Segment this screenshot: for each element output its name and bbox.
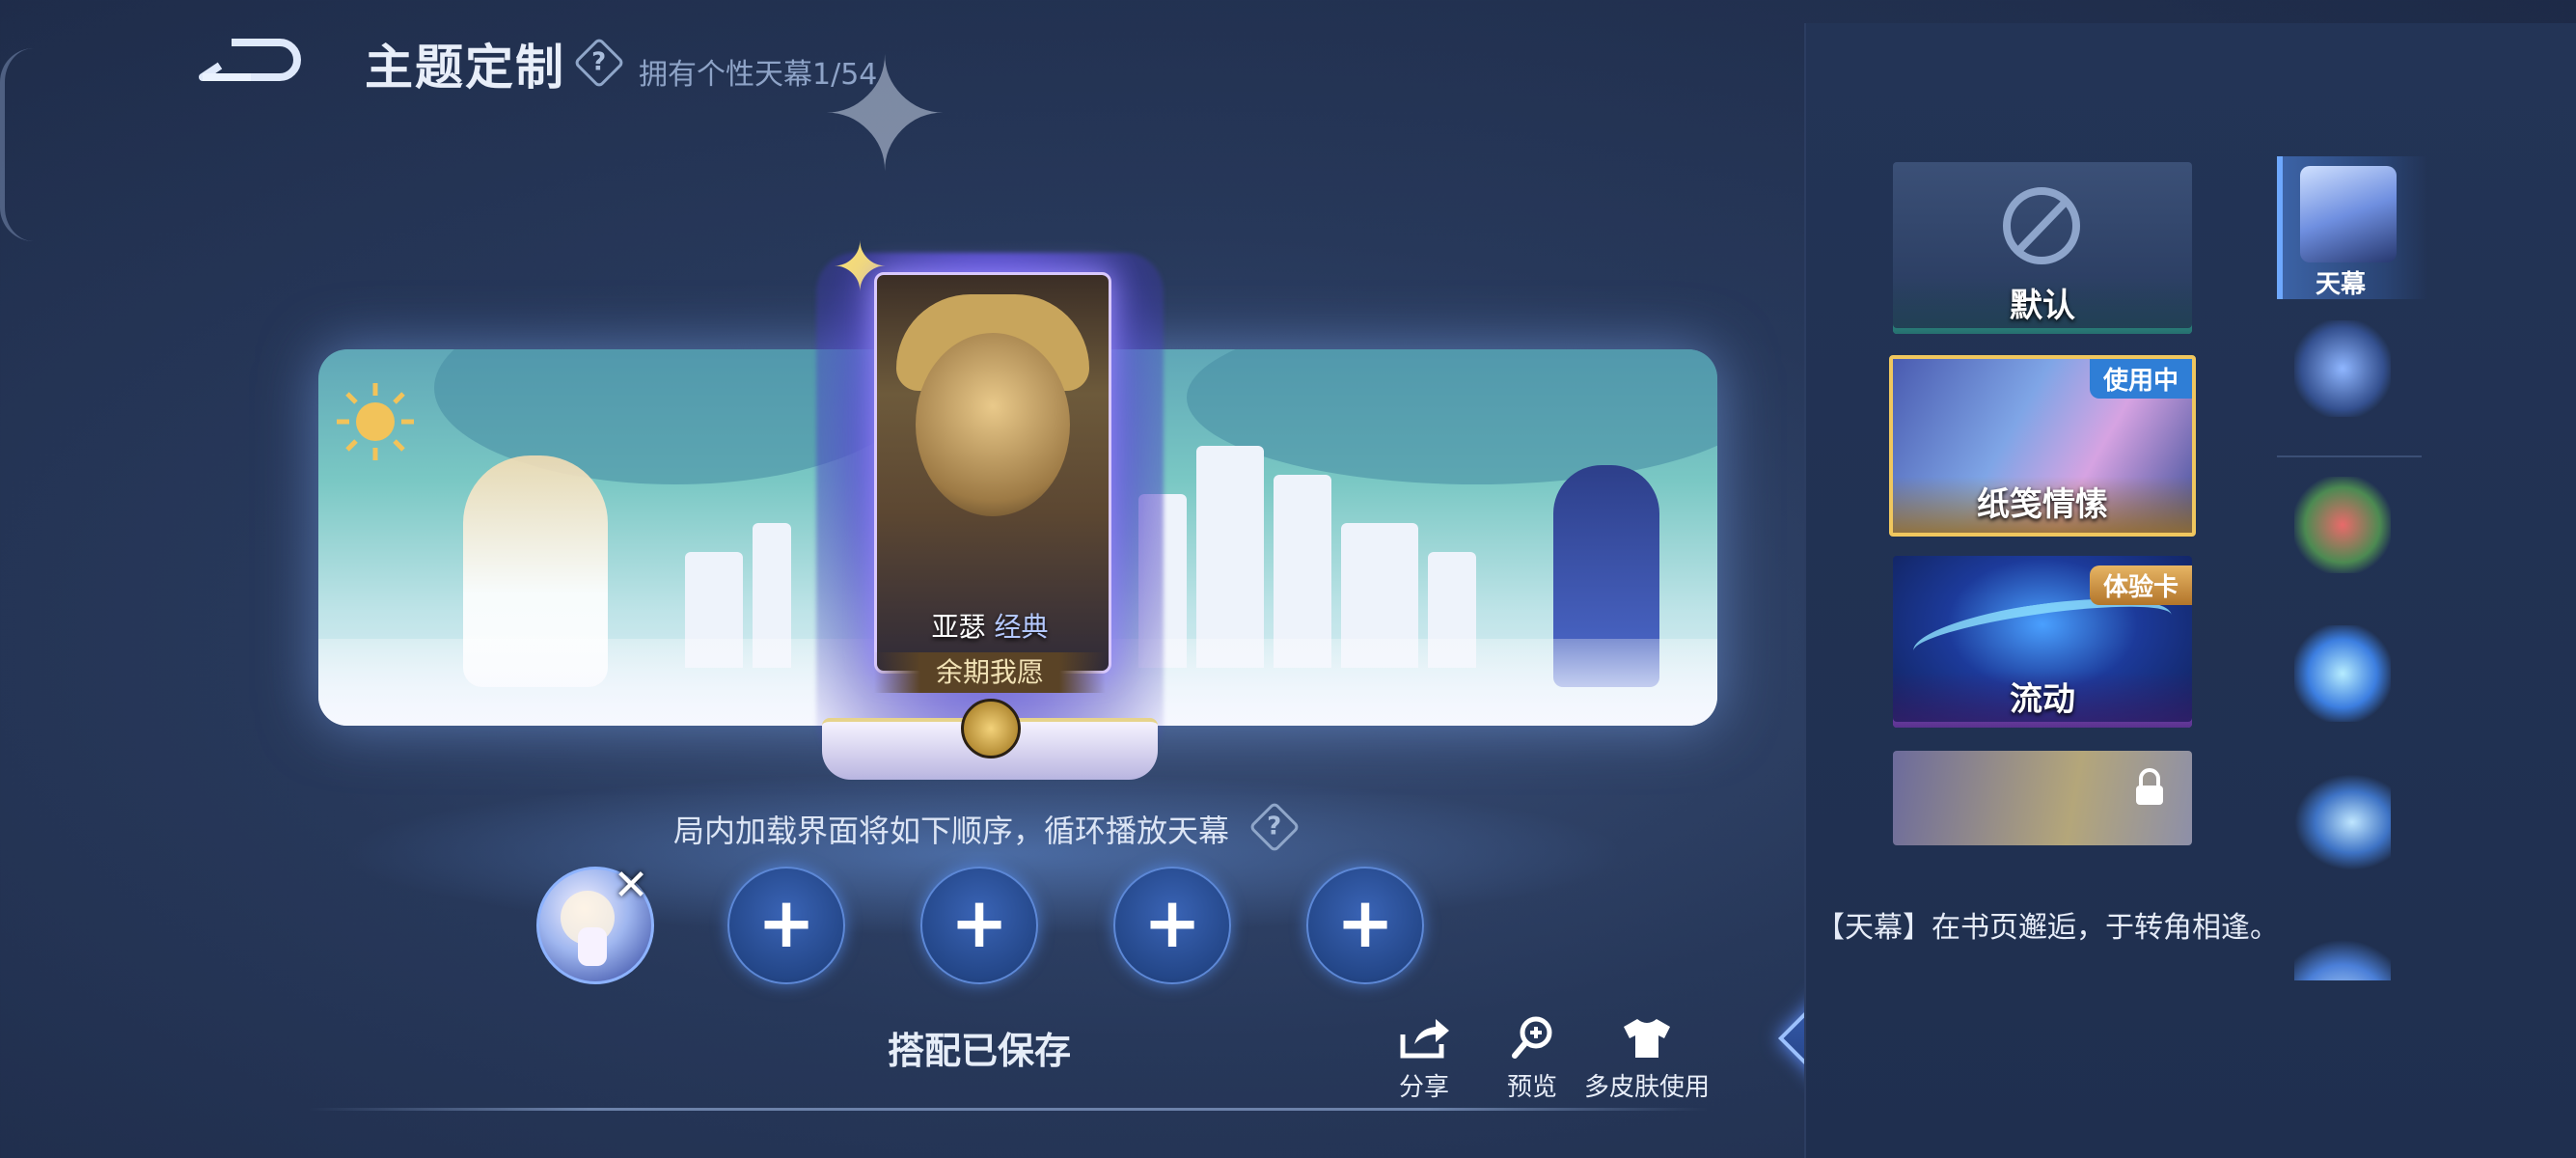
sky-option-default[interactable]: 默认 xyxy=(1893,162,2192,334)
card-label: 纸笺情愫 xyxy=(1893,477,2192,533)
share-button[interactable]: 分享 xyxy=(1397,1015,1451,1103)
trial-card-badge: 体验卡 xyxy=(2089,565,2192,605)
lock-icon xyxy=(2136,768,2163,805)
treasure-icon xyxy=(2294,477,2391,573)
none-icon xyxy=(2003,187,2080,264)
tab-wing[interactable] xyxy=(2277,764,2422,907)
sky-curtain-icon xyxy=(2300,166,2397,262)
divider xyxy=(309,1108,1708,1111)
plus-icon: + xyxy=(1142,882,1202,963)
preview-label: 预览 xyxy=(1506,1073,1557,1102)
multi-skin-label: 多皮肤使用 xyxy=(1584,1073,1711,1102)
in-use-badge: 使用中 xyxy=(2089,359,2192,399)
help-icon[interactable]: ? xyxy=(573,37,625,89)
hero-name-text: 亚瑟 xyxy=(931,611,986,643)
shirt-icon xyxy=(1624,1019,1670,1058)
plus-icon: + xyxy=(1335,882,1395,963)
sky-option-paper-love[interactable]: 使用中 纸笺情愫 xyxy=(1889,355,2196,537)
tab-sky-curtain[interactable]: 天幕 xyxy=(2277,156,2427,299)
sparkle-icon: ✦ xyxy=(820,25,950,206)
zoom-in-icon xyxy=(1512,1016,1552,1059)
share-icon xyxy=(1400,1019,1449,1059)
tab-crown[interactable] xyxy=(2277,913,2422,980)
crown-icon xyxy=(2294,923,2391,980)
sky-description: 【天幕】在书页邂逅，于转角相逢。 xyxy=(1816,911,2279,945)
multi-skin-button[interactable]: 多皮肤使用 xyxy=(1584,1015,1710,1103)
hero-portrait xyxy=(916,333,1070,516)
back-button[interactable] xyxy=(193,33,301,91)
card-label: 流动 xyxy=(1893,672,2192,728)
hero-skin-tag: 经典 xyxy=(994,611,1049,643)
plus-icon: + xyxy=(949,882,1009,963)
sequence-slot-3[interactable]: + xyxy=(920,867,1038,984)
plus-icon: + xyxy=(756,882,816,963)
category-tabs: 天幕 xyxy=(2277,156,2427,986)
saved-status: 搭配已保存 xyxy=(888,1030,1072,1072)
hero-name: 亚瑟 经典 xyxy=(874,606,1106,645)
hero-skin-name: 余期我愿 xyxy=(874,652,1106,693)
sequence-instruction: 局内加载界面将如下顺序，循环播放天幕 xyxy=(673,813,1230,849)
sky-option-flow[interactable]: 体验卡 流动 xyxy=(1893,556,2192,728)
card-label: 默认 xyxy=(1893,278,2192,334)
share-label: 分享 xyxy=(1398,1073,1449,1102)
tab-treasure[interactable] xyxy=(2277,467,2422,610)
tab-armor[interactable] xyxy=(2277,311,2422,454)
divider xyxy=(2277,455,2422,457)
page-title: 主题定制 xyxy=(365,40,565,96)
sequence-slot-4[interactable]: + xyxy=(1113,867,1231,984)
crystal-icon xyxy=(2294,625,2391,722)
preview-button[interactable]: 预览 xyxy=(1505,1015,1559,1103)
decorative-arc xyxy=(0,48,34,241)
rank-emblem-icon xyxy=(961,699,1021,758)
wing-icon xyxy=(2294,774,2391,870)
armor-icon xyxy=(2294,320,2391,417)
remove-slot-button[interactable]: ✕ xyxy=(610,865,652,907)
sequence-slot-2[interactable]: + xyxy=(727,867,845,984)
tab-crystal[interactable] xyxy=(2277,616,2422,758)
sun-icon xyxy=(337,383,414,460)
back-arrow-icon xyxy=(199,39,301,81)
sequence-slot-5[interactable]: + xyxy=(1306,867,1424,984)
tab-label: 天幕 xyxy=(2315,270,2366,299)
sky-option-locked[interactable] xyxy=(1893,751,2192,845)
